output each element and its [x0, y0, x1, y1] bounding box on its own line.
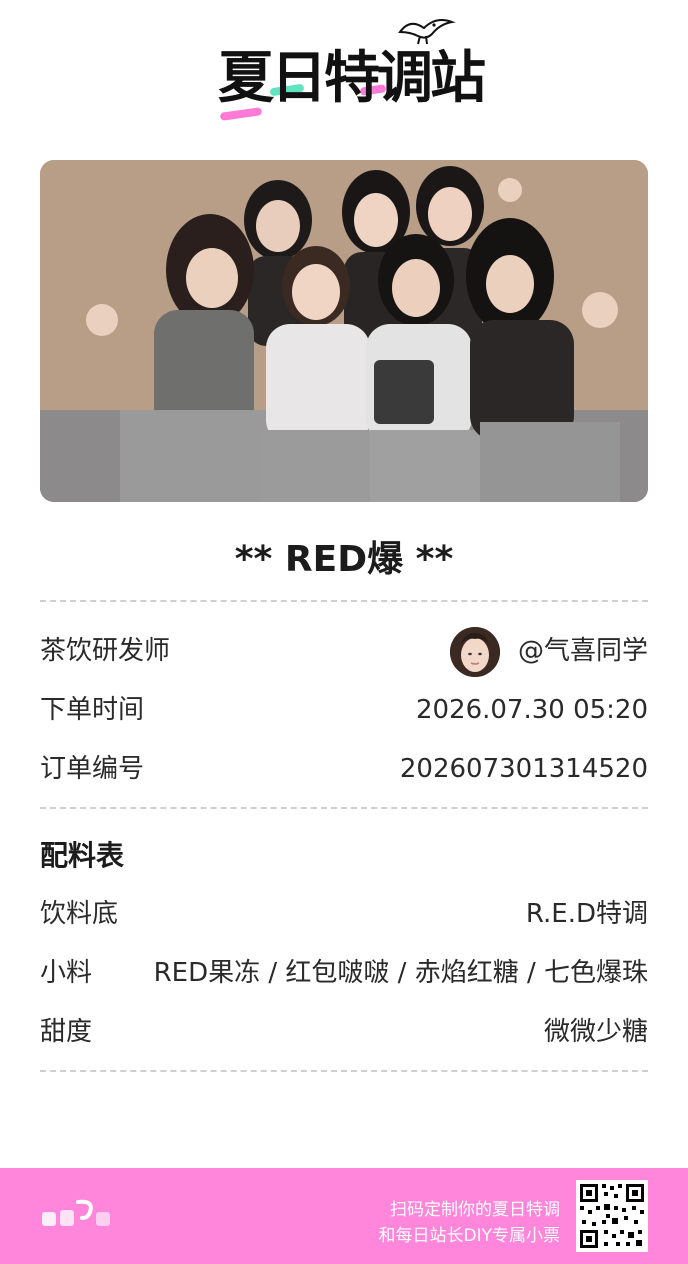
footer-text-line2: 和每日站长DIY专属小票: [378, 1226, 561, 1246]
order-number-label: 订单编号: [40, 754, 145, 784]
base-label: 饮料底: [40, 899, 119, 929]
dashed-divider: [40, 600, 648, 602]
footer-text-line1: 扫码定制你的夏日特调: [390, 1200, 560, 1220]
logo-text: 夏日特调站: [218, 46, 486, 111]
group-photo: [40, 160, 648, 502]
ingredients-title: 配料表: [40, 839, 125, 872]
seagull-icon: [398, 19, 456, 45]
dashed-divider: [40, 807, 648, 809]
creator-label: 茶饮研发师: [40, 636, 171, 666]
footer-logo-icon: [42, 1199, 110, 1226]
toppings-value: RED果冻 / 红包啵啵 / 赤焰红糖 / 七色爆珠: [153, 958, 648, 988]
avatar[interactable]: [450, 627, 500, 677]
order-number-row: 订单编号 202607301314520: [40, 749, 648, 789]
brand-logo: 夏日特调站: [200, 12, 490, 127]
toppings-label: 小料: [40, 958, 93, 988]
creator-name[interactable]: @气喜同学: [518, 631, 648, 671]
creator-row: 茶饮研发师 @气喜同学: [40, 627, 648, 677]
drink-title: ** RED爆 **: [234, 539, 454, 580]
toppings-row: 小料 RED果冻 / 红包啵啵 / 赤焰红糖 / 七色爆珠: [40, 953, 648, 993]
base-row: 饮料底 R.E.D特调: [40, 894, 648, 934]
order-time-label: 下单时间: [40, 695, 145, 725]
dashed-divider: [40, 1070, 648, 1072]
sweetness-value: 微微少糖: [543, 1017, 648, 1047]
sweetness-row: 甜度 微微少糖: [40, 1012, 648, 1052]
order-time-value: 2026.07.30 05:20: [415, 695, 648, 725]
sweetness-label: 甜度: [40, 1017, 93, 1047]
order-number-value: 202607301314520: [399, 754, 648, 784]
footer-banner: 扫码定制你的夏日特调 和每日站长DIY专属小票: [0, 1168, 688, 1264]
qr-code[interactable]: [576, 1180, 648, 1252]
order-time-row: 下单时间 2026.07.30 05:20: [40, 690, 648, 730]
base-value: R.E.D特调: [525, 899, 648, 929]
